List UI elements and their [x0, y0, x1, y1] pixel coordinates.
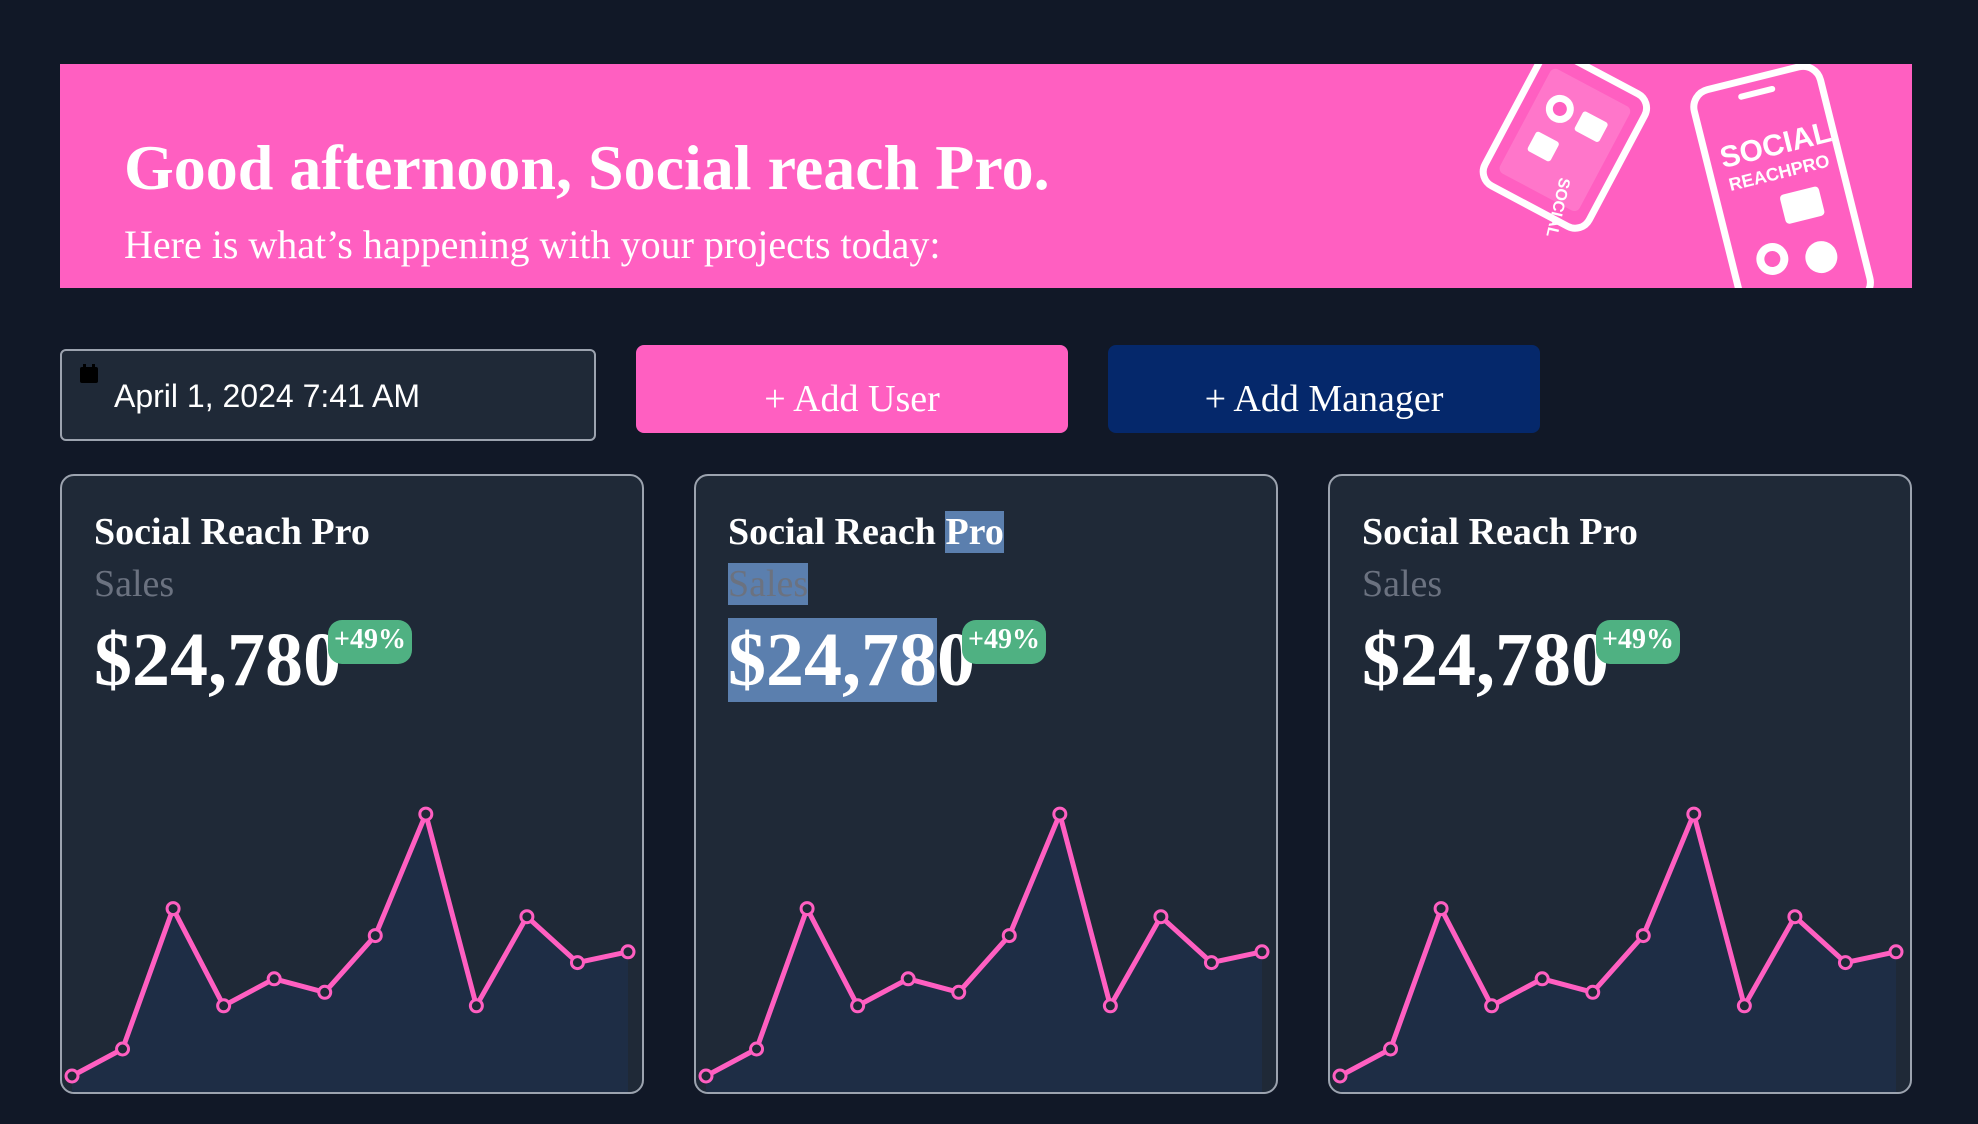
sparkline-point — [115, 1041, 131, 1057]
date-value: April 1, 2024 7:41 AM — [114, 378, 420, 414]
calendar-icon — [80, 364, 98, 383]
sparkline-point — [749, 1041, 765, 1057]
card-value: $24,780 — [728, 618, 975, 702]
card-value-selected: $24,78 — [728, 618, 937, 702]
sparkline-point — [1837, 955, 1853, 971]
phone-illustration-icon: SOCIAL — [1479, 64, 1651, 239]
sparkline-point — [1001, 928, 1017, 944]
sales-card: Social Reach Pro Sales $24,780 +49% — [694, 474, 1278, 1094]
sparkline-point — [569, 955, 585, 971]
sparkline-point — [216, 998, 232, 1014]
banner-illustration: SOCIAL SOCIAL REACHPRO — [1479, 64, 1874, 288]
dashboard-page: Good afternoon, Social reach Pro. Here i… — [0, 0, 1978, 1124]
sparkline-point — [1052, 806, 1068, 822]
sales-sparkline — [1332, 806, 1904, 1092]
sparkline-point — [418, 806, 434, 822]
date-picker-field[interactable]: April 1, 2024 7:41 AM — [60, 349, 596, 441]
sparkline-point — [367, 928, 383, 944]
banner-title: Good afternoon, Social reach Pro. — [124, 132, 1050, 203]
card-metric-label: Sales — [1362, 563, 1443, 605]
card-value: $24,780 — [1362, 618, 1609, 702]
change-badge: +49% — [328, 620, 412, 664]
sparkline-point — [1635, 928, 1651, 944]
sparkline-point — [1153, 909, 1169, 925]
sparkline-point — [1888, 944, 1904, 960]
sparkline-point — [1332, 1068, 1348, 1084]
sparkline-point — [799, 901, 815, 917]
card-title: Social Reach Pro — [94, 511, 370, 553]
sparkline-point — [1203, 955, 1219, 971]
sparkline-point — [266, 971, 282, 987]
sparkline-point — [1787, 909, 1803, 925]
sparkline-point — [1736, 998, 1752, 1014]
sparkline-point — [1433, 901, 1449, 917]
change-badge: +49% — [962, 620, 1046, 664]
card-title-part: Social Reach — [728, 511, 946, 553]
change-badge: +49% — [1596, 620, 1680, 664]
add-user-button[interactable]: + Add User — [636, 345, 1068, 433]
sparkline-point — [1254, 944, 1270, 960]
sales-sparkline — [698, 806, 1270, 1092]
card-metric-label: Sales — [94, 563, 175, 605]
sparkline-point — [1102, 998, 1118, 1014]
sparkline-point — [317, 984, 333, 1000]
sparkline-point — [1534, 971, 1550, 987]
sparkline-point — [620, 944, 636, 960]
card-metric-selected: Sales — [728, 563, 809, 605]
sales-sparkline — [64, 806, 636, 1092]
sparkline-point — [165, 901, 181, 917]
sparkline-point — [1686, 806, 1702, 822]
welcome-banner: Good afternoon, Social reach Pro. Here i… — [60, 64, 1912, 288]
card-title-selected: Pro — [945, 511, 1004, 553]
card-value: $24,780 — [94, 618, 341, 702]
sales-card: Social Reach Pro Sales $24,780 +49% — [1328, 474, 1912, 1094]
card-title: Social Reach Pro — [1362, 511, 1638, 553]
card-metric-label: Sales — [728, 563, 809, 606]
sparkline-point — [698, 1068, 714, 1084]
sparkline-point — [519, 909, 535, 925]
sales-card: Social Reach Pro Sales $24,780 +49% — [60, 474, 644, 1094]
sparkline-point — [64, 1068, 80, 1084]
phone-illustration-icon: SOCIAL REACHPRO — [1690, 64, 1874, 288]
sparkline-point — [951, 984, 967, 1000]
sparkline-point — [850, 998, 866, 1014]
sparkline-point — [1585, 984, 1601, 1000]
sparkline-point — [1484, 998, 1500, 1014]
card-title: Social Reach Pro — [728, 511, 1004, 554]
sparkline-point — [900, 971, 916, 987]
sparkline-point — [468, 998, 484, 1014]
add-manager-button[interactable]: + Add Manager — [1108, 345, 1540, 433]
sparkline-point — [1383, 1041, 1399, 1057]
banner-subtitle: Here is what’s happening with your proje… — [124, 222, 941, 267]
